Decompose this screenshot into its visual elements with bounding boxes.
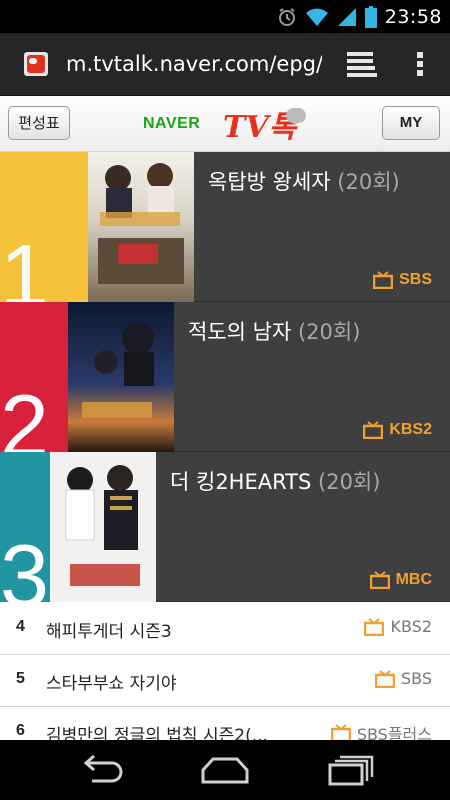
rank-item-2[interactable]: 2 적도의 남자 (20회) KBS2 xyxy=(0,302,450,452)
rank-badge: 2 xyxy=(0,302,68,452)
rank-number: 4 xyxy=(16,618,25,635)
back-button[interactable] xyxy=(74,753,126,787)
rank-number: 3 xyxy=(0,526,49,603)
recent-apps-icon xyxy=(328,755,374,786)
browser-toolbar: m.tvtalk.naver.com/epg/t xyxy=(0,33,450,96)
screen: 23:58 m.tvtalk.naver.com/epg/t 편성표 NAVER… xyxy=(0,0,450,800)
url-field[interactable]: m.tvtalk.naver.com/epg/t xyxy=(66,52,322,80)
rank-item-1[interactable]: 1 옥탑방 왕세자 (20회) SBS xyxy=(0,152,450,302)
status-time: 23:58 xyxy=(384,5,442,28)
list-item-5[interactable]: 5 스타부부쇼 자기야 SBS xyxy=(0,655,450,707)
list-item-4[interactable]: 4 해피투게더 시즌3 KBS2 xyxy=(0,603,450,655)
channel-label: SBS xyxy=(373,271,432,289)
rank-number: 1 xyxy=(0,226,49,303)
tv-icon xyxy=(364,617,385,636)
status-bar: 23:58 xyxy=(0,0,450,33)
signal-icon xyxy=(337,7,357,27)
battery-icon xyxy=(364,5,377,28)
program-title: 더 킹2HEARTS (20회) xyxy=(170,470,381,494)
channel-label: SBS xyxy=(374,669,432,688)
recent-apps-button[interactable] xyxy=(326,753,378,787)
channel-label: MBC xyxy=(369,571,432,589)
tv-icon xyxy=(374,669,395,688)
program-title: 스타부부쇼 자기야 xyxy=(46,674,177,694)
rank-badge: 1 xyxy=(0,152,88,302)
logo-tv-text: TV톡 xyxy=(223,110,297,145)
alarm-icon xyxy=(277,7,297,27)
rank-item-3[interactable]: 3 더 킹2HEARTS (20회) MBC xyxy=(0,452,450,602)
wifi-icon xyxy=(305,7,329,27)
episode-label: (20회) xyxy=(297,320,361,344)
back-icon xyxy=(83,754,123,783)
site-favicon xyxy=(24,52,48,76)
logo-naver-text: NAVER xyxy=(143,115,201,132)
overflow-menu-icon xyxy=(417,52,423,76)
episode-label: (20회) xyxy=(318,470,381,494)
poster-image xyxy=(68,302,174,452)
overflow-menu-button[interactable] xyxy=(408,47,432,81)
tv-icon xyxy=(373,271,394,289)
rank-number: 6 xyxy=(16,722,25,739)
app-header: 편성표 NAVER TV톡 MY xyxy=(0,96,450,152)
rank-badge: 3 xyxy=(0,452,50,602)
channel-label: KBS2 xyxy=(363,421,432,439)
system-nav-bar xyxy=(0,740,450,800)
rank-number: 5 xyxy=(16,670,25,687)
program-title: 적도의 남자 (20회) xyxy=(188,320,361,344)
my-button[interactable]: MY xyxy=(382,106,440,140)
poster-image xyxy=(50,452,156,602)
schedule-button[interactable]: 편성표 xyxy=(8,106,70,140)
tv-icon xyxy=(369,571,390,589)
home-button[interactable] xyxy=(199,753,251,787)
program-title: 해피투게더 시즌3 xyxy=(46,622,172,642)
tv-icon xyxy=(363,421,384,439)
chat-bubble-icon xyxy=(286,108,306,126)
program-title: 옥탑방 왕세자 (20회) xyxy=(208,170,400,194)
episode-label: (20회) xyxy=(337,170,400,194)
poster-image xyxy=(88,152,194,302)
tabs-icon xyxy=(347,52,377,77)
rank-number: 2 xyxy=(0,376,49,453)
home-icon xyxy=(201,757,249,784)
naver-tvtalk-logo[interactable]: NAVER TV톡 xyxy=(143,104,313,145)
tabs-button[interactable] xyxy=(343,47,379,81)
channel-label: KBS2 xyxy=(364,617,432,636)
